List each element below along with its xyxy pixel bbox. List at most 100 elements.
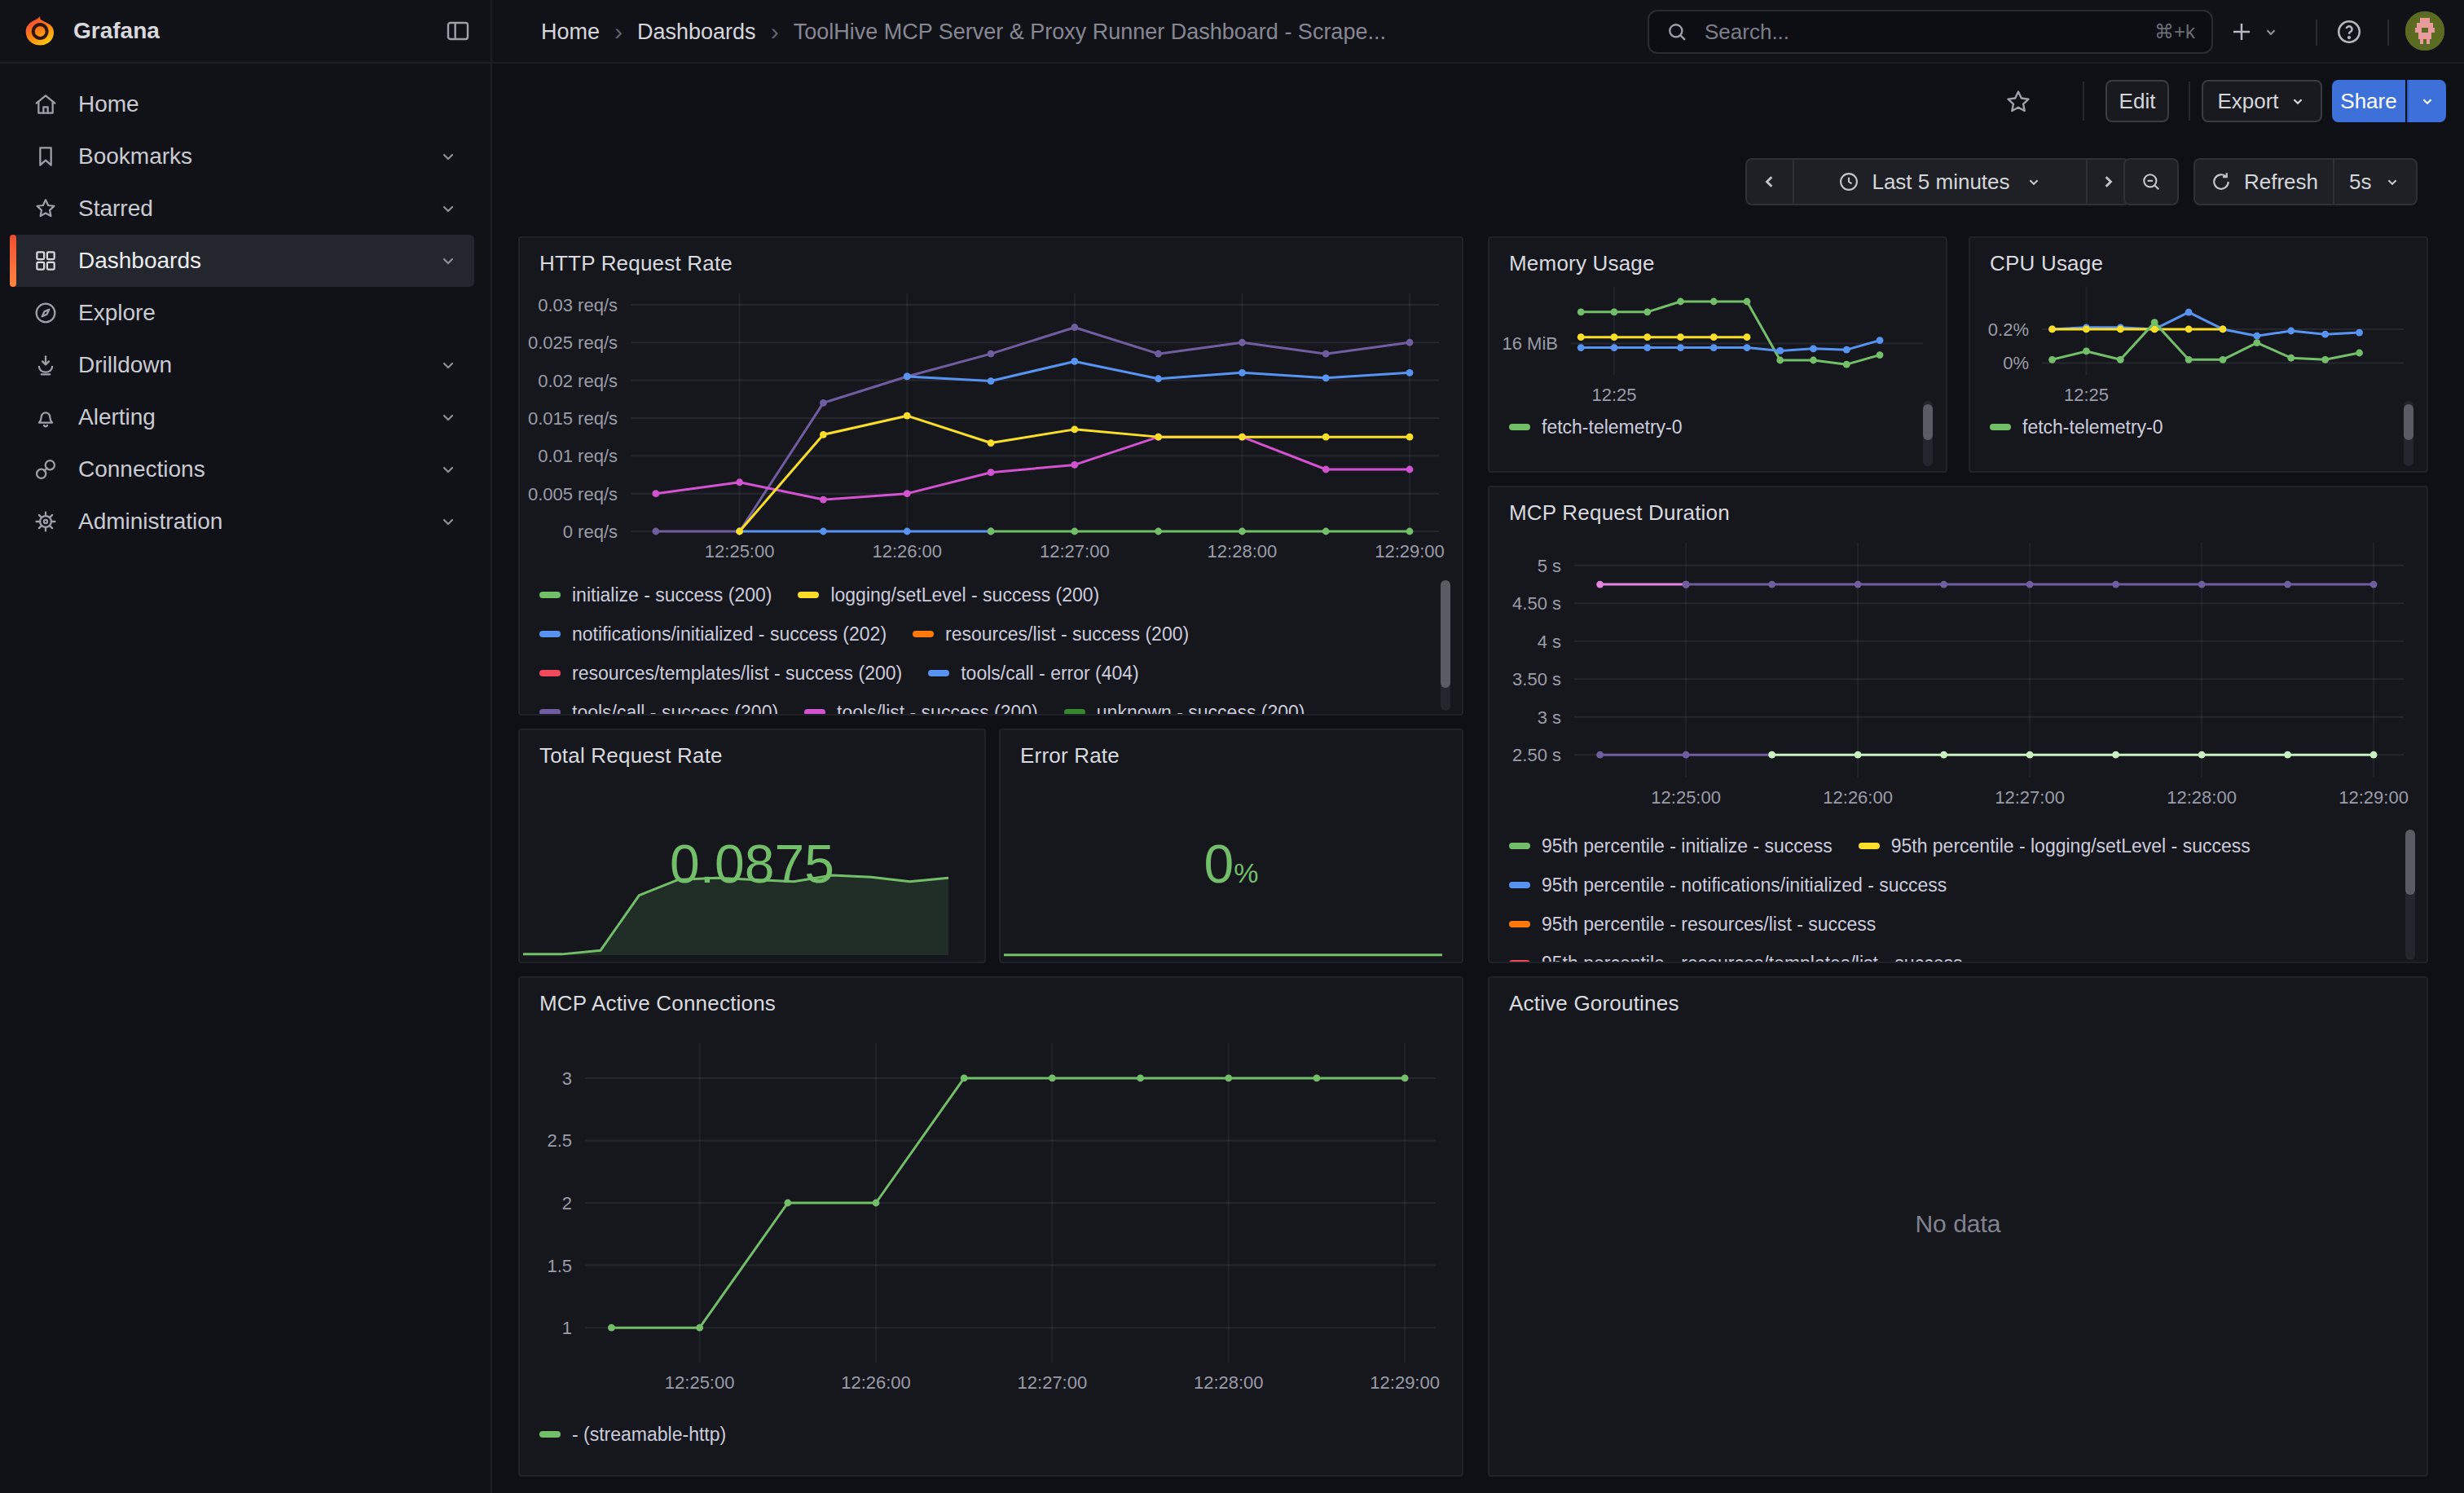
mcp-request-duration-chart[interactable]: 12:25:0012:26:0012:27:0012:28:0012:29:00…	[1496, 530, 2420, 820]
svg-text:4 s: 4 s	[1538, 632, 1561, 652]
svg-text:12:29:00: 12:29:00	[1375, 541, 1445, 562]
legend-scrollbar[interactable]	[1441, 580, 1450, 711]
legend-item[interactable]: 95th percentile - notifications/initiali…	[1509, 874, 1947, 896]
legend-item[interactable]: tools/call - success (200)	[539, 702, 778, 715]
panel-title: Active Goroutines	[1489, 978, 2427, 1016]
svg-text:3: 3	[562, 1068, 572, 1089]
legend-item[interactable]: - (streamable-http)	[539, 1424, 726, 1446]
svg-text:12:29:00: 12:29:00	[2339, 787, 2409, 808]
sidebar-item-label: Dashboards	[78, 248, 438, 274]
search-box[interactable]: ⌘+k	[1648, 10, 2213, 54]
sidebar-item-explore[interactable]: Explore	[10, 287, 474, 339]
cpu-legend: fetch-telemetry-0	[1990, 407, 2394, 471]
legend-item[interactable]: resources/templates/list - success (200)	[539, 663, 902, 685]
svg-text:12:28:00: 12:28:00	[1208, 541, 1278, 562]
legend-item[interactable]: logging/setLevel - success (200)	[798, 584, 1099, 606]
sidebar-item-dashboards[interactable]: Dashboards	[10, 235, 474, 287]
legend-scrollbar[interactable]	[1923, 401, 1933, 466]
svg-text:3.50 s: 3.50 s	[1512, 669, 1561, 689]
legend-item[interactable]: 95th percentile - logging/setLevel - suc…	[1859, 835, 2251, 857]
svg-text:0%: 0%	[2003, 353, 2029, 373]
sidebar-item-drilldown[interactable]: Drilldown	[10, 339, 474, 391]
legend-item[interactable]: 95th percentile - initialize - success	[1509, 835, 1833, 857]
share-button[interactable]: Share	[2332, 80, 2405, 122]
sidebar-item-label: Starred	[78, 196, 438, 222]
sidebar-item-bookmarks[interactable]: Bookmarks	[10, 130, 474, 183]
legend-scrollbar[interactable]	[2405, 830, 2415, 960]
sidebar-item-label: Drilldown	[78, 352, 438, 378]
http-request-rate-chart[interactable]: 12:25:0012:26:0012:27:0012:28:0012:29:00…	[526, 284, 1452, 570]
svg-text:1.5: 1.5	[547, 1256, 572, 1276]
panel-http-request-rate: HTTP Request Rate 12:25:0012:26:0012:27:…	[518, 236, 1463, 716]
panel-title: MCP Active Connections	[520, 978, 1462, 1016]
legend-item[interactable]: tools/list - success (200)	[804, 702, 1038, 715]
chevron-down-icon	[438, 460, 458, 479]
refresh-button[interactable]: Refresh	[2195, 160, 2333, 204]
sidebar: Grafana Home Bookmarks Starred Dashboards Ex…	[0, 0, 492, 1493]
edit-button[interactable]: Edit	[2105, 80, 2169, 122]
svg-text:0.02 req/s: 0.02 req/s	[538, 371, 618, 391]
time-shift-forward-button[interactable]	[2086, 160, 2128, 204]
panel-title: CPU Usage	[1970, 238, 2427, 276]
legend-item[interactable]: resources/list - success (200)	[913, 623, 1189, 645]
legend-item[interactable]: fetch-telemetry-0	[1509, 416, 1683, 438]
chevron-down-icon	[438, 512, 458, 531]
breadcrumb-dashboards[interactable]: Dashboards	[637, 20, 756, 45]
legend-item[interactable]: 95th percentile - resources/templates/li…	[1509, 953, 1962, 962]
export-button[interactable]: Export	[2202, 80, 2322, 122]
sidebar-item-home[interactable]: Home	[10, 78, 474, 130]
refresh-icon	[2210, 170, 2233, 193]
search-icon	[1665, 20, 1688, 43]
sidebar-item-label: Home	[78, 91, 474, 117]
gear-icon	[33, 509, 59, 535]
svg-text:12:27:00: 12:27:00	[1018, 1372, 1088, 1393]
collapse-sidebar-icon[interactable]	[445, 18, 471, 44]
svg-text:12:25: 12:25	[1591, 385, 1636, 404]
svg-text:0.005 req/s: 0.005 req/s	[528, 484, 618, 504]
memory-usage-chart[interactable]: 12:25 16 MiB	[1496, 280, 1939, 404]
sidebar-item-label: Connections	[78, 456, 438, 482]
search-input[interactable]	[1701, 18, 2154, 46]
toolbar-divider	[2189, 81, 2190, 121]
sidebar-item-starred[interactable]: Starred	[10, 183, 474, 235]
svg-text:16 MiB: 16 MiB	[1503, 333, 1558, 354]
legend-item[interactable]: 95th percentile - resources/list - succe…	[1509, 914, 1876, 936]
cpu-usage-chart[interactable]: 12:250%0.2%	[1977, 280, 2420, 404]
refresh-interval-picker[interactable]: 5s	[2333, 160, 2415, 204]
breadcrumb-separator: ›	[771, 18, 779, 46]
sidebar-item-connections[interactable]: Connections	[10, 443, 474, 495]
sidebar-item-administration[interactable]: Administration	[10, 495, 474, 548]
legend-item[interactable]: unknown - success (200)	[1064, 702, 1305, 715]
svg-text:2.5: 2.5	[547, 1130, 572, 1151]
breadcrumb-home[interactable]: Home	[541, 20, 600, 45]
svg-text:12:29:00: 12:29:00	[1370, 1372, 1440, 1393]
legend-scrollbar[interactable]	[2404, 401, 2413, 466]
zoom-out-button[interactable]	[2125, 160, 2177, 204]
legend-item[interactable]: notifications/initialized - success (202…	[539, 623, 887, 645]
panel-title: Memory Usage	[1489, 238, 1946, 276]
grafana-logo[interactable]	[23, 14, 57, 48]
legend-item[interactable]: fetch-telemetry-0	[1990, 416, 2163, 438]
legend-item[interactable]: tools/call - error (404)	[928, 663, 1139, 685]
svg-text:2: 2	[562, 1193, 572, 1213]
avatar[interactable]	[2405, 11, 2444, 51]
sidebar-item-alerting[interactable]: Alerting	[10, 391, 474, 443]
chevron-right-icon	[2097, 170, 2119, 193]
app-title: Grafana	[73, 18, 445, 44]
help-button[interactable]	[2335, 0, 2363, 64]
svg-text:0 req/s: 0 req/s	[563, 522, 618, 542]
chevron-down-icon	[438, 147, 458, 166]
topbar-divider	[2387, 20, 2389, 46]
star-dashboard-button[interactable]	[2004, 70, 2032, 134]
svg-text:12:27:00: 12:27:00	[1995, 787, 2065, 808]
time-range-picker[interactable]: Last 5 minutes	[1793, 160, 2086, 204]
time-shift-back-button[interactable]	[1747, 160, 1793, 204]
legend-item[interactable]: initialize - success (200)	[539, 584, 772, 606]
mcp-active-connections-chart[interactable]: 12:25:0012:26:0012:27:0012:28:0012:29:00…	[526, 1027, 1455, 1405]
add-button[interactable]	[2229, 0, 2280, 64]
share-menu-button[interactable]	[2407, 80, 2446, 122]
sidebar-item-label: Alerting	[78, 404, 438, 430]
svg-text:12:25:00: 12:25:00	[665, 1372, 735, 1393]
chevron-down-icon	[438, 407, 458, 427]
error-rate-sparkline	[1004, 942, 1442, 958]
